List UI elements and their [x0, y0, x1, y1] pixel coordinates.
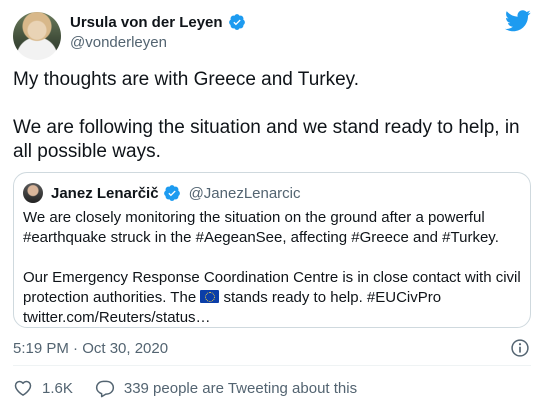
eu-flag-icon [200, 290, 220, 303]
comment-icon [95, 380, 114, 398]
divider [13, 365, 531, 366]
verified-badge-icon [163, 185, 180, 201]
quoted-paragraph: We are closely monitoring the situation … [23, 209, 499, 246]
tweet-actions: 1.6K 339 people are Tweeting about this [13, 378, 357, 398]
heart-icon [14, 380, 32, 396]
verified-badge-icon [228, 14, 245, 30]
like-button[interactable]: 1.6K [13, 378, 73, 398]
tweet-text: My thoughts are with Greece and Turkey. … [13, 68, 533, 164]
quoted-author-name: Janez Lenarčič [51, 184, 159, 202]
quoted-author-avatar [23, 183, 43, 203]
author-handle[interactable]: @vonderleyen [70, 34, 167, 51]
reply-label: 339 people are Tweeting about this [123, 379, 358, 397]
author-avatar[interactable] [13, 12, 61, 60]
reply-button[interactable]: 339 people are Tweeting about this [95, 378, 357, 398]
tweet-timestamp[interactable]: 5:19 PM · Oct 30, 2020 [13, 340, 168, 357]
like-count: 1.6K [42, 379, 73, 397]
quoted-author-handle: @JanezLenarcic [188, 184, 301, 202]
tweet-paragraph: We are following the situation and we st… [13, 117, 525, 162]
tweet-card: Ursula von der Leyen @vonderleyen My tho… [0, 0, 545, 409]
twitter-bird-icon[interactable] [505, 10, 531, 32]
author-name-row: Ursula von der Leyen [70, 13, 246, 31]
author-display-name[interactable]: Ursula von der Leyen [70, 14, 223, 31]
quoted-paragraph: Our Emergency Response Coordination Cent… [23, 268, 523, 328]
info-icon[interactable] [510, 338, 530, 358]
quoted-author-row: Janez Lenarčič @JanezLenarcic [51, 184, 301, 202]
tweet-paragraph: My thoughts are with Greece and Turkey. [13, 69, 360, 90]
quoted-tweet-text: We are closely monitoring the situation … [23, 208, 523, 328]
quoted-tweet[interactable]: Janez Lenarčič @JanezLenarcic We are clo… [13, 172, 531, 328]
